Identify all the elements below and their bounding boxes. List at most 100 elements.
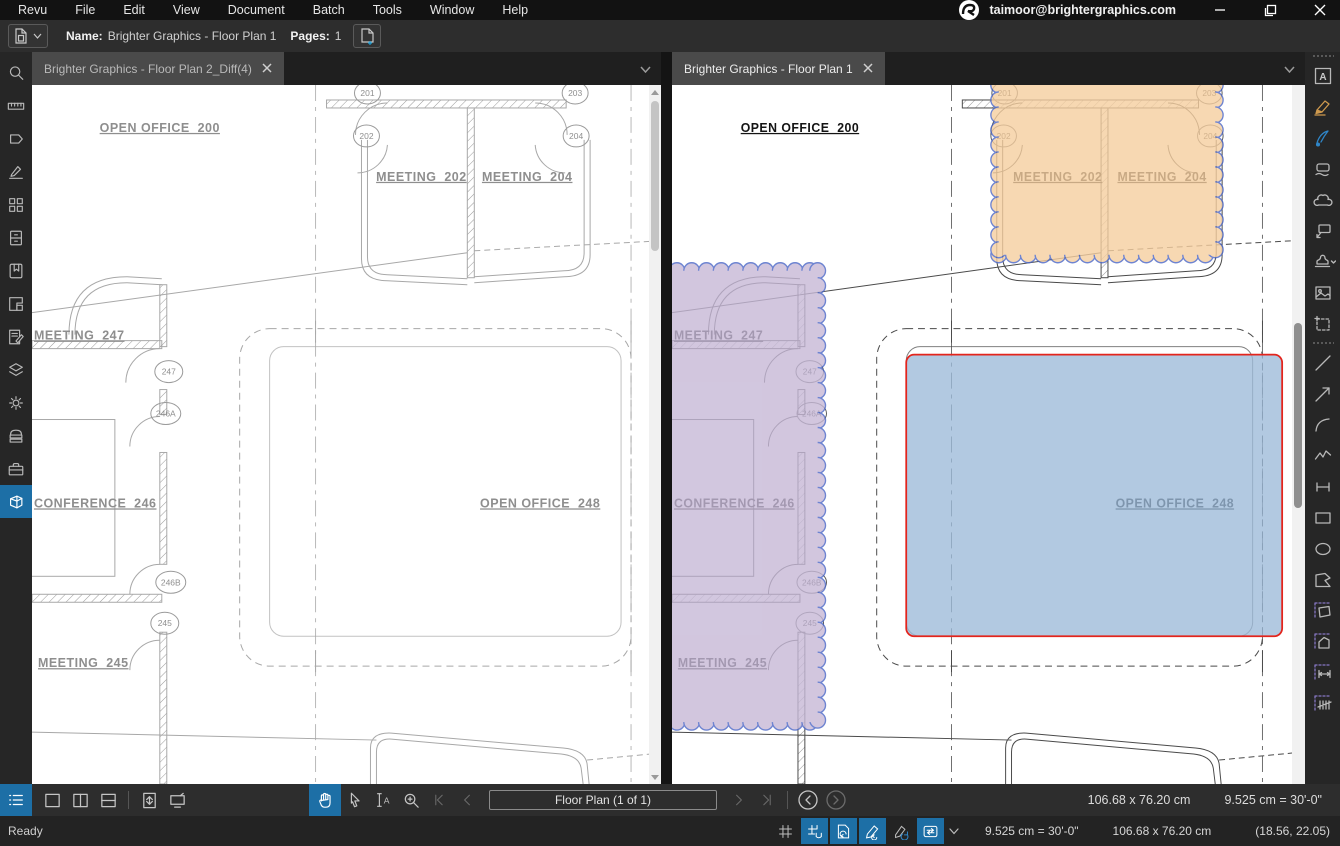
left-panel-sidebar	[0, 52, 32, 784]
zoom-tool[interactable]	[397, 784, 425, 816]
thumbnails-icon[interactable]	[0, 188, 32, 221]
right-plan-canvas[interactable]: OPEN OFFICE 200 MEETING 202 MEETING 204 …	[672, 85, 1305, 784]
account-email[interactable]: taimoor@brightergraphics.com	[989, 3, 1176, 17]
diff-cloud-meeting-247-246-245[interactable]	[672, 263, 826, 730]
next-page-button[interactable]	[725, 784, 753, 816]
highlight-tool-icon[interactable]	[1305, 91, 1340, 122]
menu-file[interactable]: File	[61, 0, 109, 20]
polyline-tool-icon[interactable]	[1305, 440, 1340, 471]
length-measurement-icon[interactable]	[1305, 657, 1340, 688]
menu-edit[interactable]: Edit	[109, 0, 159, 20]
scroll-up-icon[interactable]	[649, 85, 661, 99]
menu-revu[interactable]: Revu	[0, 0, 61, 20]
flags-icon[interactable]	[0, 122, 32, 155]
search-icon[interactable]	[0, 56, 32, 89]
measurements-icon[interactable]	[0, 89, 32, 122]
area-measurement-icon[interactable]	[1305, 595, 1340, 626]
tab-floor-plan-1[interactable]: Brighter Graphics - Floor Plan 1	[672, 52, 885, 85]
text-tool-icon[interactable]: A	[1305, 60, 1340, 91]
previous-page-button[interactable]	[453, 784, 481, 816]
snapshot-tool-icon[interactable]	[1305, 308, 1340, 339]
first-page-button[interactable]	[425, 784, 453, 816]
layers-icon[interactable]	[0, 353, 32, 386]
tab-list-chevron-icon[interactable]	[640, 60, 651, 78]
arrow-tool-icon[interactable]	[1305, 378, 1340, 409]
tab-floor-plan-2-diff[interactable]: Brighter Graphics - Floor Plan 2_Diff(4)	[32, 52, 284, 85]
split-horizontal-icon[interactable]	[94, 784, 122, 816]
spaces-icon[interactable]	[0, 287, 32, 320]
section-divider	[1312, 341, 1334, 345]
cloud-tool-icon[interactable]	[1305, 184, 1340, 215]
pen-tool-icon[interactable]	[1305, 122, 1340, 153]
left-plan-canvas[interactable]: OPEN OFFICE 200 MEETING 202 MEETING 204 …	[32, 85, 661, 784]
diff-cloud-meeting-202-204[interactable]	[991, 85, 1223, 263]
bookmarks-icon[interactable]	[0, 254, 32, 287]
callout-tool-icon[interactable]	[1305, 215, 1340, 246]
left-tab-bar: Brighter Graphics - Floor Plan 2_Diff(4)	[32, 52, 661, 85]
menu-document[interactable]: Document	[214, 0, 299, 20]
tool-sidebar: A	[1305, 52, 1340, 784]
pane-splitter[interactable]	[661, 52, 672, 784]
markups-list-toggle[interactable]	[0, 784, 32, 816]
3d-model-tree-icon[interactable]	[0, 485, 32, 518]
arc-tool-icon[interactable]	[1305, 409, 1340, 440]
markup-icon[interactable]	[0, 155, 32, 188]
perimeter-measurement-icon[interactable]	[1305, 626, 1340, 657]
properties-icon[interactable]	[0, 221, 32, 254]
pan-tool[interactable]	[309, 784, 341, 816]
snap-to-markup-icon[interactable]	[859, 818, 886, 844]
settings-icon[interactable]	[0, 386, 32, 419]
tool-chest-icon[interactable]	[0, 452, 32, 485]
close-button[interactable]	[1300, 0, 1340, 20]
presentation-icon[interactable]	[163, 784, 191, 816]
sync-options-chevron-icon[interactable]	[946, 818, 962, 844]
room-label-conference-246: CONFERENCE 246	[34, 496, 157, 510]
menu-window[interactable]: Window	[416, 0, 488, 20]
door-tag-203: 203	[568, 88, 582, 98]
dimension-tool-icon[interactable]	[1305, 471, 1340, 502]
page-indicator[interactable]: Floor Plan (1 of 1)	[489, 790, 717, 810]
document-select-button[interactable]	[8, 24, 48, 48]
last-page-button[interactable]	[753, 784, 781, 816]
grid-icon[interactable]	[772, 818, 799, 844]
drag-handle[interactable]	[1312, 54, 1334, 58]
eraser-tool-icon[interactable]	[1305, 153, 1340, 184]
ellipse-tool-icon[interactable]	[1305, 533, 1340, 564]
menu-view[interactable]: View	[159, 0, 214, 20]
diff-region-open-office-248[interactable]	[906, 355, 1282, 637]
menu-tools[interactable]: Tools	[359, 0, 416, 20]
snap-to-content-icon[interactable]	[830, 818, 857, 844]
next-view-button[interactable]	[822, 784, 850, 816]
split-vertical-icon[interactable]	[66, 784, 94, 816]
tab-label: Brighter Graphics - Floor Plan 2_Diff(4)	[44, 62, 252, 76]
page-dimensions: 106.68 x 76.20 cm	[1088, 793, 1191, 807]
restore-button[interactable]	[1250, 0, 1290, 20]
snap-to-grid-icon[interactable]	[801, 818, 828, 844]
tab-list-chevron-icon[interactable]	[1284, 60, 1295, 78]
right-pane-scrollbar[interactable]	[1292, 85, 1305, 784]
tab-close-icon[interactable]	[863, 62, 873, 76]
scroll-down-icon[interactable]	[649, 770, 661, 784]
synchronize-views-icon[interactable]	[917, 818, 944, 844]
insert-page-button[interactable]	[353, 24, 381, 48]
image-tool-icon[interactable]	[1305, 277, 1340, 308]
single-pane-icon[interactable]	[38, 784, 66, 816]
select-tool[interactable]	[341, 784, 369, 816]
tab-close-icon[interactable]	[262, 62, 272, 76]
polygon-tool-icon[interactable]	[1305, 564, 1340, 595]
rectangle-tool-icon[interactable]	[1305, 502, 1340, 533]
minimize-button[interactable]	[1200, 0, 1240, 20]
sets-icon[interactable]	[0, 419, 32, 452]
fullscreen-icon[interactable]	[135, 784, 163, 816]
left-pane-scrollbar[interactable]	[649, 85, 661, 784]
count-measurement-icon[interactable]	[1305, 688, 1340, 719]
menu-batch[interactable]: Batch	[299, 0, 359, 20]
reuse-markups-icon[interactable]	[888, 818, 915, 844]
stamp-tool-icon[interactable]	[1305, 246, 1340, 277]
doc-name-value: Brighter Graphics - Floor Plan 1	[108, 29, 277, 43]
line-tool-icon[interactable]	[1305, 347, 1340, 378]
markups-list-icon[interactable]	[0, 320, 32, 353]
previous-view-button[interactable]	[794, 784, 822, 816]
select-text-tool[interactable]: A	[369, 784, 397, 816]
menu-help[interactable]: Help	[488, 0, 542, 20]
